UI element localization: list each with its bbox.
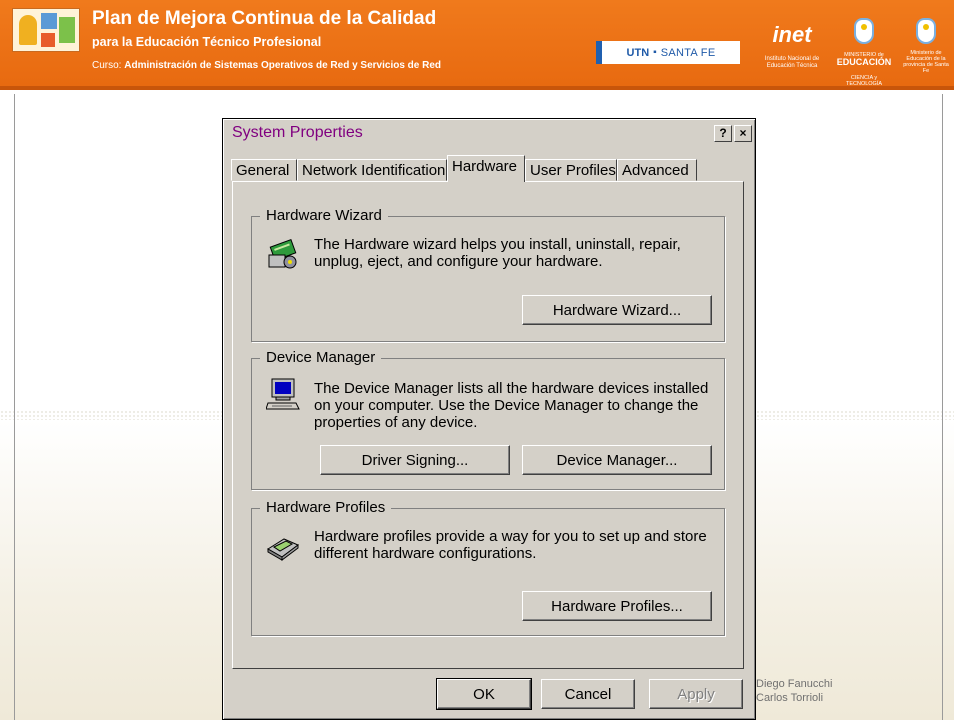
banner-title: Plan de Mejora Continua de la Calidad <box>92 8 437 29</box>
hardware-wizard-button[interactable]: Hardware Wizard... <box>522 295 712 325</box>
course-name: Administración de Sistemas Operativos de… <box>124 60 442 71</box>
tab-user-profiles[interactable]: User Profiles <box>525 159 617 181</box>
hardware-tab-panel: Hardware Wizard The Hardware wizard help… <box>232 181 744 669</box>
tab-general[interactable]: General <box>231 159 297 181</box>
hardware-profiles-line-2: different hardware configurations. <box>314 545 537 562</box>
hardware-wizard-line-1: The Hardware wizard helps you install, u… <box>314 236 681 253</box>
program-logo <box>12 8 80 52</box>
device-manager-line-2: on your computer. Use the Device Manager… <box>314 397 699 414</box>
utn-text: UTN <box>626 46 650 59</box>
hardware-wizard-icon <box>268 239 297 269</box>
slide-left-rule <box>14 94 15 720</box>
ministry-small-2: CIENCIA y TECNOLOGÍA <box>845 75 883 87</box>
dialog-titlebar[interactable]: System Properties ? × <box>226 122 752 144</box>
course-prefix: Curso: <box>92 60 122 71</box>
ministry-big: EDUCACIÓN <box>836 57 892 67</box>
device-manager-line-1: The Device Manager lists all the hardwar… <box>314 380 709 397</box>
hardware-wizard-label: Hardware Wizard <box>260 207 388 224</box>
driver-signing-button[interactable]: Driver Signing... <box>320 445 510 475</box>
inet-word: inet <box>772 22 812 47</box>
dialog-title: System Properties <box>232 124 363 141</box>
inet-caption: Instituto Nacional de Educación Técnica <box>764 56 820 69</box>
slide-right-rule <box>942 94 943 720</box>
device-manager-label: Device Manager <box>260 349 382 366</box>
apply-button[interactable]: Apply <box>649 679 743 709</box>
inet-logo: inet Instituto Nacional de Educación Téc… <box>756 24 828 70</box>
ministry-logo: MINISTERIO de EDUCACIÓN CIENCIA y TECNOL… <box>834 18 894 87</box>
header-banner: Plan de Mejora Continua de la Calidad pa… <box>0 0 954 90</box>
hardware-profiles-group: Hardware Profiles Hardware profiles prov… <box>251 499 725 636</box>
computer-icon <box>266 378 300 410</box>
banner-course: Curso: Administración de Sistemas Operat… <box>92 60 441 71</box>
national-seal-icon <box>854 18 874 44</box>
banner-subtitle: para la Educación Técnico Profesional <box>92 35 322 49</box>
tab-advanced[interactable]: Advanced <box>617 159 697 181</box>
tab-network-identification[interactable]: Network Identification <box>297 159 447 181</box>
device-manager-group: Device Manager The Device Manager lists … <box>251 349 725 490</box>
santafe-caption: Ministerio de Educación de la provincia … <box>903 50 949 74</box>
hardware-wizard-group: Hardware Wizard The Hardware wizard help… <box>251 207 725 342</box>
santafe-logo: Ministerio de Educación de la provincia … <box>900 18 952 74</box>
device-manager-line-3: properties of any device. <box>314 414 478 431</box>
slide-credits: Diego Fanucchi Carlos Torrioli <box>756 677 832 705</box>
hardware-wizard-line-2: unplug, eject, and configure your hardwa… <box>314 253 603 270</box>
utn-logo: UTN ▪ SANTA FE <box>596 41 740 64</box>
utn-separator-icon: ▪ <box>653 47 657 58</box>
help-button[interactable]: ? <box>714 124 732 142</box>
system-properties-dialog: System Properties ? × General Network Id… <box>222 118 756 720</box>
hardware-profiles-icon <box>267 538 299 561</box>
credit-line-2: Carlos Torrioli <box>756 692 824 704</box>
hardware-profiles-label: Hardware Profiles <box>260 499 392 516</box>
ok-button[interactable]: OK <box>436 678 532 710</box>
cancel-button[interactable]: Cancel <box>541 679 635 709</box>
provincial-seal-icon <box>916 18 936 44</box>
close-button[interactable]: × <box>734 124 752 142</box>
utn-location: SANTA FE <box>660 46 716 59</box>
tab-hardware[interactable]: Hardware <box>447 155 525 182</box>
hardware-profiles-button[interactable]: Hardware Profiles... <box>522 591 712 621</box>
credit-line-1: Diego Fanucchi <box>756 678 833 690</box>
hardware-profiles-line-1: Hardware profiles provide a way for you … <box>314 528 707 545</box>
device-manager-button[interactable]: Device Manager... <box>522 445 712 475</box>
